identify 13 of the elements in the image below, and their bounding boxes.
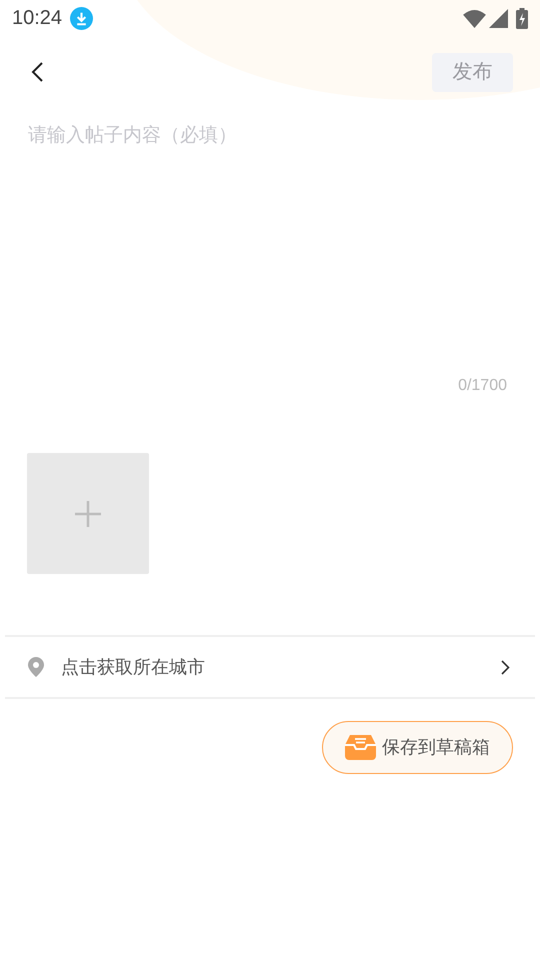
status-time: 10:24 [12,6,62,31]
battery-icon [516,8,528,28]
signal-icon [489,8,508,28]
save-draft-button[interactable]: 保存到草稿箱 [322,721,513,774]
location-pin-icon [27,657,45,677]
character-counter: 0/1700 [458,376,507,396]
plus-icon [75,500,101,526]
inbox-tray-icon [345,735,376,760]
back-icon[interactable] [30,61,44,83]
location-row[interactable]: 点击获取所在城市 [5,637,535,697]
chevron-right-icon [501,660,510,674]
download-icon [70,6,94,30]
wifi-icon [463,8,486,28]
